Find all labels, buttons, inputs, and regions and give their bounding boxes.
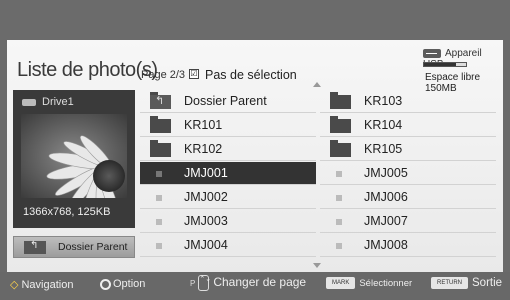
- image-file-icon: [336, 171, 342, 177]
- folder-icon: [330, 116, 351, 133]
- folder-icon: [330, 92, 351, 109]
- file-item-label: JMJ003: [184, 214, 228, 228]
- parent-folder-item[interactable]: Dossier Parent: [140, 90, 316, 113]
- folder-item[interactable]: KR102: [140, 138, 316, 161]
- return-exit-hint[interactable]: RETURN Sortie: [431, 277, 503, 290]
- scroll-up-icon[interactable]: [313, 82, 321, 87]
- image-file-item[interactable]: JMJ007: [320, 210, 496, 233]
- file-item-label: JMJ006: [364, 190, 408, 204]
- scroll-down-icon[interactable]: [313, 263, 321, 268]
- parent-folder-icon: [150, 92, 171, 109]
- navigation-label: Navigation: [21, 279, 74, 291]
- folder-item[interactable]: KR103: [320, 90, 496, 113]
- exit-label: Sortie: [472, 277, 503, 289]
- folder-icon: [150, 116, 171, 133]
- mark-select-hint[interactable]: MARK Sélectionner: [326, 277, 413, 290]
- folder-item[interactable]: KR105: [320, 138, 496, 161]
- navigation-arrows-icon: ◇: [10, 279, 19, 291]
- drive-icon: [22, 98, 36, 106]
- folder-item[interactable]: KR101: [140, 114, 316, 137]
- file-item-label: KR105: [364, 142, 403, 156]
- image-file-item[interactable]: JMJ003: [140, 210, 316, 233]
- image-file-item[interactable]: JMJ005: [320, 162, 496, 185]
- parent-folder-icon: [24, 240, 46, 254]
- footer-bar: ◇ Navigation Option P ⌃⌄ Changer de page MA…: [0, 272, 510, 300]
- file-item-label: KR103: [364, 94, 403, 108]
- option-button-icon: [100, 278, 111, 290]
- p-key-label: P: [190, 279, 196, 288]
- image-file-item[interactable]: JMJ004: [140, 234, 316, 257]
- page-updown-icon: ⌃⌄: [198, 275, 211, 292]
- file-item-label: JMJ002: [184, 190, 228, 204]
- parent-folder-button[interactable]: Dossier Parent: [13, 236, 135, 258]
- image-file-item[interactable]: JMJ008: [320, 234, 496, 257]
- photo-thumbnail: [21, 114, 127, 198]
- drive-row: Drive1: [22, 96, 74, 108]
- option-label: Option: [113, 278, 146, 290]
- file-item-label: JMJ007: [364, 214, 408, 228]
- top-band: [0, 0, 510, 40]
- option-hint[interactable]: Option: [100, 278, 145, 290]
- photo-list-panel: Liste de photo(s) Appareil USB Espace li…: [7, 40, 503, 272]
- image-file-icon: [336, 243, 342, 249]
- file-item-label: Dossier Parent: [184, 94, 267, 108]
- page-indicator: Page 2/3: [141, 69, 186, 81]
- photo-resolution-size: 1366x768, 125KB: [23, 206, 111, 218]
- image-file-icon: [156, 195, 162, 201]
- storage-usage-bar: [423, 62, 467, 67]
- select-label: Sélectionner: [359, 278, 413, 289]
- image-file-item[interactable]: JMJ001: [140, 162, 316, 185]
- drive-label: Drive1: [42, 96, 74, 108]
- image-file-item[interactable]: JMJ002: [140, 186, 316, 209]
- no-selection-checkbox[interactable]: ☑: [189, 69, 199, 79]
- folder-icon: [150, 140, 171, 157]
- flower-photo-image: [21, 114, 127, 198]
- file-item-label: KR101: [184, 118, 223, 132]
- navigation-hint: ◇ Navigation: [10, 278, 73, 291]
- return-key-button: RETURN: [431, 277, 468, 290]
- image-file-item[interactable]: JMJ006: [320, 186, 496, 209]
- preview-panel: Drive1 1366x768, 125KB: [13, 90, 135, 228]
- usb-icon: [423, 48, 441, 58]
- image-file-icon: [156, 219, 162, 225]
- file-item-label: KR104: [364, 118, 403, 132]
- file-item-label: JMJ001: [184, 166, 228, 180]
- parent-folder-button-label: Dossier Parent: [58, 241, 128, 253]
- no-selection-label[interactable]: Pas de sélection: [205, 68, 297, 82]
- mark-key-button: MARK: [326, 277, 356, 290]
- image-file-icon: [156, 243, 162, 249]
- file-item-label: JMJ005: [364, 166, 408, 180]
- page-title: Liste de photo(s): [17, 59, 158, 81]
- file-item-label: JMJ008: [364, 238, 408, 252]
- folder-item[interactable]: KR104: [320, 114, 496, 137]
- file-item-label: JMJ004: [184, 238, 228, 252]
- folder-icon: [330, 140, 351, 157]
- page-change-label: Changer de page: [213, 275, 307, 289]
- storage-usage-fill: [424, 63, 456, 66]
- page-change-hint[interactable]: P ⌃⌄ Changer de page: [190, 275, 307, 292]
- file-item-label: KR102: [184, 142, 223, 156]
- image-file-icon: [336, 195, 342, 201]
- image-file-icon: [156, 171, 162, 177]
- image-file-icon: [336, 219, 342, 225]
